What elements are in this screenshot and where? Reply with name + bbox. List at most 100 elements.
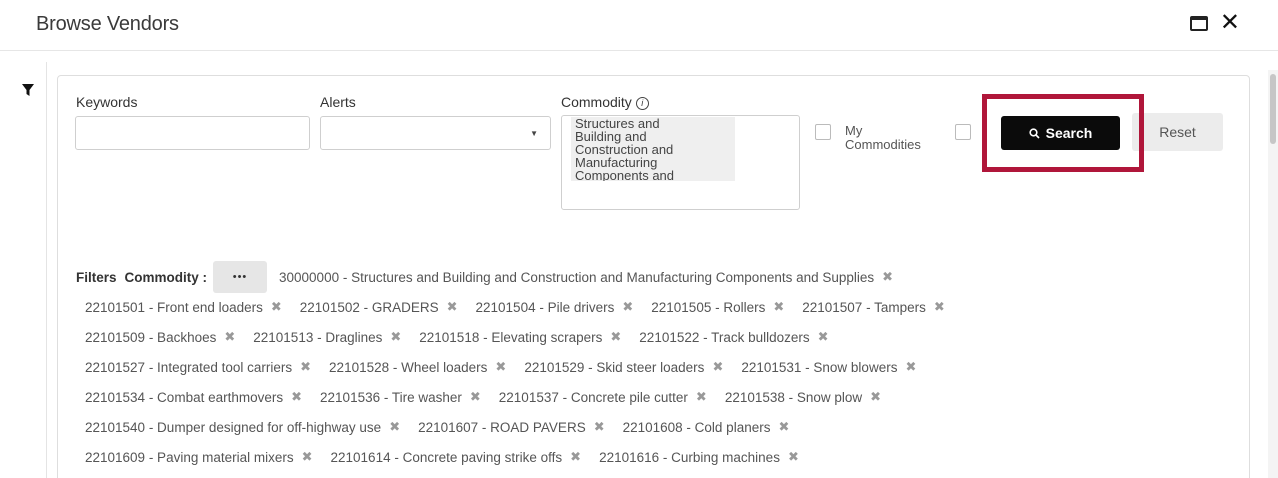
chip-remove-icon[interactable]: ✖	[390, 329, 401, 345]
filter-chip: 22101616 - Curbing machines ✖	[599, 449, 799, 465]
alerts-select[interactable]: ▼	[320, 116, 551, 150]
header-divider	[0, 50, 1278, 51]
filter-chip: 22101607 - ROAD PAVERS ✖	[418, 419, 605, 435]
dropdown-caret-icon: ▼	[530, 129, 538, 138]
chip-remove-icon[interactable]: ✖	[882, 269, 893, 285]
filter-chip: 22101505 - Rollers ✖	[651, 299, 784, 315]
chip-remove-icon[interactable]: ✖	[712, 359, 723, 375]
chip-remove-icon[interactable]: ✖	[610, 329, 621, 345]
maximize-icon[interactable]	[1189, 15, 1208, 31]
filter-chip-label: 22101501 - Front end loaders	[85, 299, 263, 315]
chip-remove-icon[interactable]: ✖	[224, 329, 235, 345]
info-icon[interactable]: i	[635, 97, 649, 110]
scrollbar-thumb[interactable]	[1270, 74, 1276, 144]
filter-chip-label: 22101614 - Concrete paving strike offs	[330, 449, 563, 465]
search-button-label: Search	[1045, 125, 1093, 141]
filter-chip-label: 22101513 - Draglines	[253, 329, 383, 345]
my-commodities-label: My Commodities	[845, 123, 921, 152]
filter-chip-label: 22101538 - Snow plow	[724, 389, 863, 405]
close-icon[interactable]: ✕	[1220, 11, 1240, 35]
commodity-label: Commodity	[561, 94, 632, 110]
chip-remove-icon[interactable]: ✖	[594, 419, 605, 435]
filter-icon	[22, 84, 34, 96]
filter-chip-label: 22101505 - Rollers	[651, 299, 766, 315]
filter-chip-label: 22101502 - GRADERS	[299, 299, 439, 315]
chip-remove-icon[interactable]: ✖	[570, 449, 581, 465]
filter-chip-label: 30000000 - Structures and Building and C…	[279, 269, 875, 285]
chip-remove-icon[interactable]: ✖	[622, 299, 633, 315]
chip-remove-icon[interactable]: ✖	[470, 389, 481, 405]
filter-chip: 22101522 - Track bulldozers ✖	[639, 329, 828, 345]
filter-chip: 22101537 - Concrete pile cutter ✖	[499, 389, 707, 405]
reset-button[interactable]: Reset	[1132, 113, 1223, 151]
filter-chip-label: 22101529 - Skid steer loaders	[524, 359, 705, 375]
filter-chip: 22101538 - Snow plow ✖	[725, 389, 881, 405]
filter-row: 22101501 - Front end loaders ✖ 22101502 -…	[76, 292, 1236, 322]
filter-row: Filters Commodity : ••• 30000000 - Struc…	[76, 261, 1236, 293]
commodity-label-wrap: Commodity i	[561, 94, 649, 110]
search-button[interactable]: Search	[1001, 116, 1120, 150]
chip-remove-icon[interactable]: ✖	[300, 359, 311, 375]
filter-chip: 22101502 - GRADERS ✖	[300, 299, 458, 315]
filter-chip: 22101536 - Tire washer ✖	[320, 389, 481, 405]
filter-chip: 22101609 - Paving material mixers ✖	[85, 449, 313, 465]
filter-chip: 22101528 - Wheel loaders ✖	[329, 359, 506, 375]
chip-remove-icon[interactable]: ✖	[291, 389, 302, 405]
chip-remove-icon[interactable]: ✖	[271, 299, 282, 315]
filter-chip-label: 22101616 - Curbing machines	[599, 449, 780, 465]
filter-chip: 22101513 - Draglines ✖	[253, 329, 401, 345]
commodity-option[interactable]: Structures and Building and Construction…	[571, 117, 735, 181]
chip-remove-icon[interactable]: ✖	[788, 449, 799, 465]
window-controls: ✕	[1189, 11, 1240, 35]
filter-chip-label: 22101518 - Elevating scrapers	[419, 329, 603, 345]
filters-area: Filters Commodity : ••• 30000000 - Struc…	[76, 261, 1236, 472]
filter-chip: 22101501 - Front end loaders ✖	[85, 299, 282, 315]
chip-remove-icon[interactable]: ✖	[778, 419, 789, 435]
chip-remove-icon[interactable]: ✖	[696, 389, 707, 405]
chip-remove-icon[interactable]: ✖	[495, 359, 506, 375]
filter-chip: 22101507 - Tampers ✖	[802, 299, 945, 315]
chip-remove-icon[interactable]: ✖	[870, 389, 881, 405]
filter-row: 22101509 - Backhoes ✖ 22101513 - Dragline…	[76, 322, 1236, 352]
filter-chip-label: 22101504 - Pile drivers	[475, 299, 615, 315]
keywords-label: Keywords	[76, 94, 138, 110]
chip-remove-icon[interactable]: ✖	[905, 359, 916, 375]
filter-chip: 22101504 - Pile drivers ✖	[476, 299, 634, 315]
chip-remove-icon[interactable]: ✖	[389, 419, 400, 435]
filter-toggle-button[interactable]	[15, 79, 41, 101]
filter-chip-label: 22101534 - Combat earthmovers	[85, 389, 284, 405]
filter-chip-label: 22101509 - Backhoes	[85, 329, 217, 345]
filter-row: 22101534 - Combat earthmovers ✖ 22101536 …	[76, 382, 1236, 412]
filter-chip: 22101540 - Dumper designed for off-highw…	[85, 419, 400, 435]
alerts-label: Alerts	[320, 94, 356, 110]
filter-chip: 22101518 - Elevating scrapers ✖	[419, 329, 621, 345]
my-commodities-checkbox[interactable]	[815, 124, 831, 140]
keywords-input[interactable]	[75, 116, 310, 150]
chip-remove-icon[interactable]: ✖	[818, 329, 829, 345]
filter-chip-label: 22101609 - Paving material mixers	[85, 449, 294, 465]
filter-row: 22101527 - Integrated tool carriers ✖ 221…	[76, 352, 1236, 382]
search-icon	[1029, 127, 1040, 139]
filter-chip: 22101608 - Cold planers ✖	[623, 419, 790, 435]
filter-chip-label: 22101608 - Cold planers	[622, 419, 771, 435]
more-filters-button[interactable]: •••	[213, 261, 268, 293]
dialog-title: Browse Vendors	[36, 13, 179, 35]
filter-chip: 22101534 - Combat earthmovers ✖	[85, 389, 302, 405]
filter-chip-label: 22101536 - Tire washer	[320, 389, 462, 405]
filter-chip-label: 22101507 - Tampers	[802, 299, 926, 315]
filter-chip: 22101527 - Integrated tool carriers ✖	[85, 359, 311, 375]
commodity-listbox[interactable]: Structures and Building and Construction…	[561, 115, 800, 210]
filter-chip-label: 22101522 - Track bulldozers	[639, 329, 810, 345]
filter-chip-label: 22101607 - ROAD PAVERS	[418, 419, 586, 435]
chip-remove-icon[interactable]: ✖	[447, 299, 458, 315]
filter-chip-label: 22101537 - Concrete pile cutter	[498, 389, 688, 405]
sidebar-divider	[46, 62, 47, 478]
filter-chip-label: 22101531 - Snow blowers	[741, 359, 898, 375]
chip-remove-icon[interactable]: ✖	[773, 299, 784, 315]
filter-row: 22101609 - Paving material mixers ✖ 22101…	[76, 442, 1236, 472]
chip-remove-icon[interactable]: ✖	[302, 449, 313, 465]
filter-chip: 22101529 - Skid steer loaders ✖	[524, 359, 723, 375]
chip-remove-icon[interactable]: ✖	[934, 299, 945, 315]
filter-row: 22101540 - Dumper designed for off-highw…	[76, 412, 1236, 442]
second-checkbox[interactable]	[955, 124, 971, 140]
